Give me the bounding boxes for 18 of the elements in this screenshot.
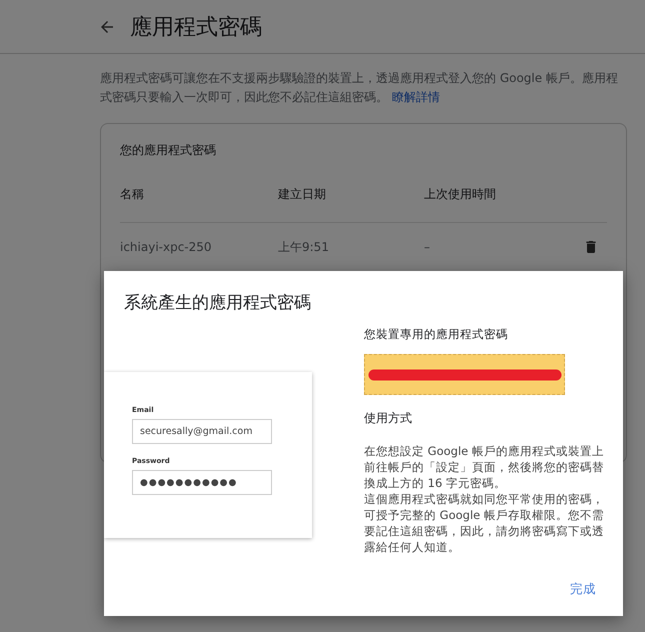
email-field: securesally@gmail.com: [132, 419, 272, 444]
learn-more-link[interactable]: 瞭解詳情: [392, 90, 440, 104]
table-cell-text: ichiayi-xpc-250: [120, 240, 213, 254]
card-title: 您的應用程式密碼: [120, 142, 217, 159]
column-header: 建立日期: [278, 186, 327, 203]
usage-heading: 使用方式: [364, 410, 413, 427]
page-title: 應用程式密碼: [130, 14, 262, 42]
password-field: ●●●●●●●●●●●: [132, 470, 272, 495]
table-cell-text: –: [424, 240, 431, 254]
column-header: 上次使用時間: [424, 186, 497, 203]
column-header: 名稱: [120, 186, 145, 203]
done-button[interactable]: 完成: [562, 577, 604, 602]
table-cell-text: 上午9:51: [278, 238, 330, 256]
dialog-title: 系統產生的應用程式密碼: [124, 292, 312, 314]
instruction-text: 在您想設定 Google 帳戶的應用程式或裝置上前往帳戶的「設定」頁面，然後將您的密碼替換成上方的 16 字元密碼。: [364, 443, 605, 491]
password-label: 您裝置專用的應用程式密碼: [364, 327, 509, 342]
description: 應用程式密碼可讓您在不支援兩步驟驗證的裝置上，透過應用程式登入您的 Google 帳戶。應用程式密碼只要輸入一次即可，因此您不必記住這組密碼。 瞭解詳情: [100, 70, 619, 106]
instruction-text: 這個應用程式密碼就如同您平常使用的密碼，可授予完整的 Google 帳戶存取權限。您不需要記住這組密碼，因此，請勿將密碼寫下或透露給任何人知道。: [364, 491, 605, 555]
